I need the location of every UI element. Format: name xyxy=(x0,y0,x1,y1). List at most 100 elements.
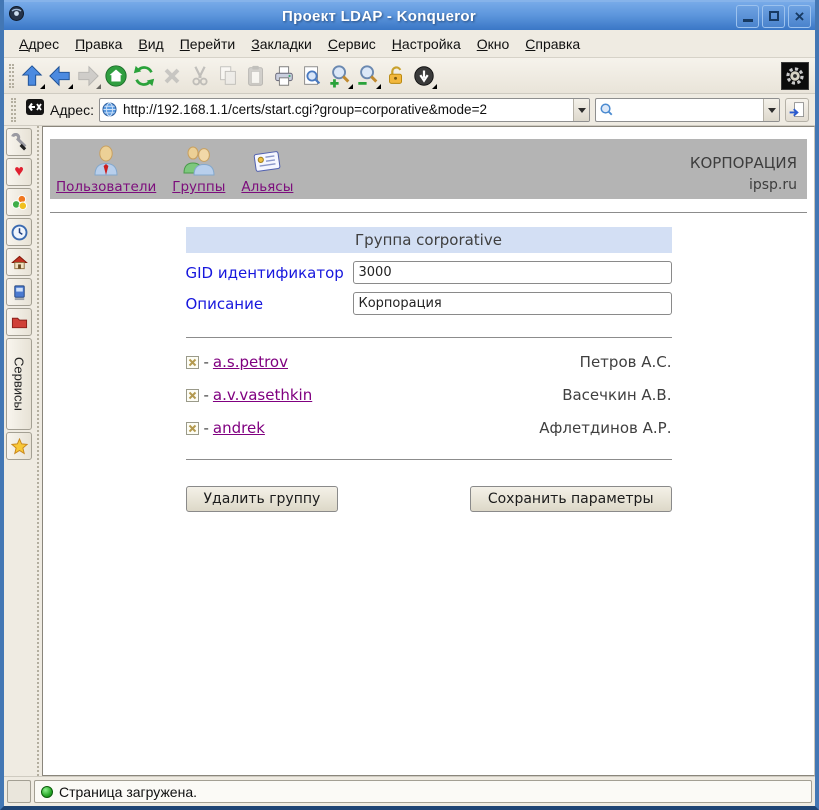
browser-viewport: Пользователи Группы Альясы КОРПОРАЦИЯ ip… xyxy=(42,126,815,776)
sidebar-tab-network[interactable] xyxy=(6,278,32,306)
search-input[interactable] xyxy=(616,102,763,117)
main-area: ♥ Сервисы Пользователи Группы xyxy=(4,126,815,776)
group-form: Группа corporative GID идентификатор Опи… xyxy=(186,227,672,512)
delete-group-button[interactable]: Удалить группу xyxy=(186,486,339,512)
form-actions: Удалить группу Сохранить параметры xyxy=(186,486,672,512)
menu-bookmarks[interactable]: Закладки xyxy=(244,33,319,55)
menu-settings[interactable]: Настройка xyxy=(385,33,468,55)
clock-icon xyxy=(11,224,28,241)
statusbar: Страница загружена. xyxy=(4,776,815,806)
sidebar-tab-bookmarks[interactable]: ♥ xyxy=(6,158,32,186)
sidebar-tab-history[interactable] xyxy=(6,218,32,246)
card-icon xyxy=(250,144,284,178)
back-button[interactable] xyxy=(46,62,74,90)
titlebar: Проект LDAP - Konqueror × xyxy=(4,0,815,30)
header-separator xyxy=(50,212,807,213)
zoom-out-button[interactable] xyxy=(354,62,382,90)
members-top-separator xyxy=(186,337,672,338)
sidebar-splitter[interactable] xyxy=(34,126,42,776)
star-icon xyxy=(11,438,28,455)
remove-member-icon[interactable] xyxy=(186,389,199,402)
device-icon xyxy=(11,284,28,301)
sidebar-tab-root[interactable] xyxy=(6,308,32,336)
description-input[interactable] xyxy=(353,292,672,315)
member-full-name: Васечкин А.В. xyxy=(562,386,671,404)
paste-button[interactable] xyxy=(242,62,270,90)
sidebar-tab-favorites[interactable] xyxy=(6,432,32,460)
sidebar-tab-extras[interactable] xyxy=(6,188,32,216)
konqueror-window: Проект LDAP - Konqueror × Адрес Правка В… xyxy=(0,0,819,810)
go-button[interactable] xyxy=(785,98,809,122)
menu-edit[interactable]: Правка xyxy=(68,33,129,55)
member-login-link[interactable]: a.s.petrov xyxy=(213,353,288,371)
org-name: КОРПОРАЦИЯ xyxy=(690,152,797,175)
sidebar-config-button[interactable] xyxy=(6,128,32,156)
home-button[interactable] xyxy=(102,62,130,90)
window-app-icon[interactable] xyxy=(8,5,25,27)
go-down-button[interactable] xyxy=(410,62,438,90)
address-label: Адрес: xyxy=(50,102,94,118)
search-icon xyxy=(596,102,616,117)
user-icon xyxy=(89,144,123,178)
org-domain: ipsp.ru xyxy=(690,175,797,196)
url-combobox xyxy=(99,98,590,122)
nav-users[interactable]: Пользователи xyxy=(56,144,156,195)
url-dropdown-button[interactable] xyxy=(573,99,589,121)
member-login-link[interactable]: andrek xyxy=(213,419,265,437)
red-folder-icon xyxy=(11,314,28,331)
maximize-button[interactable] xyxy=(762,5,785,28)
menu-address[interactable]: Адрес xyxy=(12,33,66,55)
sidebar-services-label: Сервисы xyxy=(12,357,27,411)
minimize-button[interactable] xyxy=(736,5,759,28)
cut-button[interactable] xyxy=(186,62,214,90)
window-title: Проект LDAP - Konqueror xyxy=(25,8,733,25)
menu-view[interactable]: Вид xyxy=(131,33,170,55)
clear-location-button[interactable] xyxy=(25,97,45,122)
location-toolbar-handle[interactable] xyxy=(11,98,16,122)
close-button[interactable]: × xyxy=(788,5,811,28)
home-folder-icon xyxy=(11,254,28,271)
copy-button[interactable] xyxy=(214,62,242,90)
member-full-name: Петров А.С. xyxy=(580,353,672,371)
multicolor-dots-icon xyxy=(11,194,28,211)
group-icon xyxy=(182,144,216,178)
page-header: Пользователи Группы Альясы КОРПОРАЦИЯ ip… xyxy=(50,139,807,199)
member-full-name: Афлетдинов А.Р. xyxy=(539,419,671,437)
print-button[interactable] xyxy=(270,62,298,90)
kde-gear-throbber[interactable] xyxy=(781,62,809,90)
zoom-in-button[interactable] xyxy=(326,62,354,90)
statusbar-corner[interactable] xyxy=(7,780,31,803)
nav-groups[interactable]: Группы xyxy=(172,144,225,195)
status-led-icon xyxy=(41,786,53,798)
remove-member-icon[interactable] xyxy=(186,356,199,369)
members-bottom-separator xyxy=(186,459,672,460)
member-login-link[interactable]: a.v.vasethkin xyxy=(213,386,312,404)
menu-window[interactable]: Окно xyxy=(470,33,517,55)
search-combobox xyxy=(595,98,780,122)
description-row: Описание xyxy=(186,292,672,315)
nav-aliases[interactable]: Альясы xyxy=(241,144,293,195)
navigation-sidebar: ♥ Сервисы xyxy=(4,126,34,776)
main-toolbar xyxy=(4,58,815,94)
reload-button[interactable] xyxy=(130,62,158,90)
stop-button[interactable] xyxy=(158,62,186,90)
sidebar-tab-services[interactable]: Сервисы xyxy=(6,338,32,430)
forward-button[interactable] xyxy=(74,62,102,90)
gid-input[interactable] xyxy=(353,261,672,284)
url-input[interactable] xyxy=(120,102,573,117)
save-params-button[interactable]: Сохранить параметры xyxy=(470,486,672,512)
remove-member-icon[interactable] xyxy=(186,422,199,435)
toolbar-handle[interactable] xyxy=(9,64,14,88)
globe-icon xyxy=(100,102,120,117)
menu-go[interactable]: Перейти xyxy=(173,33,242,55)
menu-help[interactable]: Справка xyxy=(518,33,587,55)
status-text: Страница загружена. xyxy=(59,784,197,800)
print-preview-button[interactable] xyxy=(298,62,326,90)
up-button[interactable] xyxy=(18,62,46,90)
security-lock-button[interactable] xyxy=(382,62,410,90)
org-block: КОРПОРАЦИЯ ipsp.ru xyxy=(690,138,797,196)
member-row: - a.v.vasethkin Васечкин А.В. xyxy=(186,386,672,404)
menu-tools[interactable]: Сервис xyxy=(321,33,383,55)
search-dropdown-button[interactable] xyxy=(763,99,779,121)
sidebar-tab-home[interactable] xyxy=(6,248,32,276)
